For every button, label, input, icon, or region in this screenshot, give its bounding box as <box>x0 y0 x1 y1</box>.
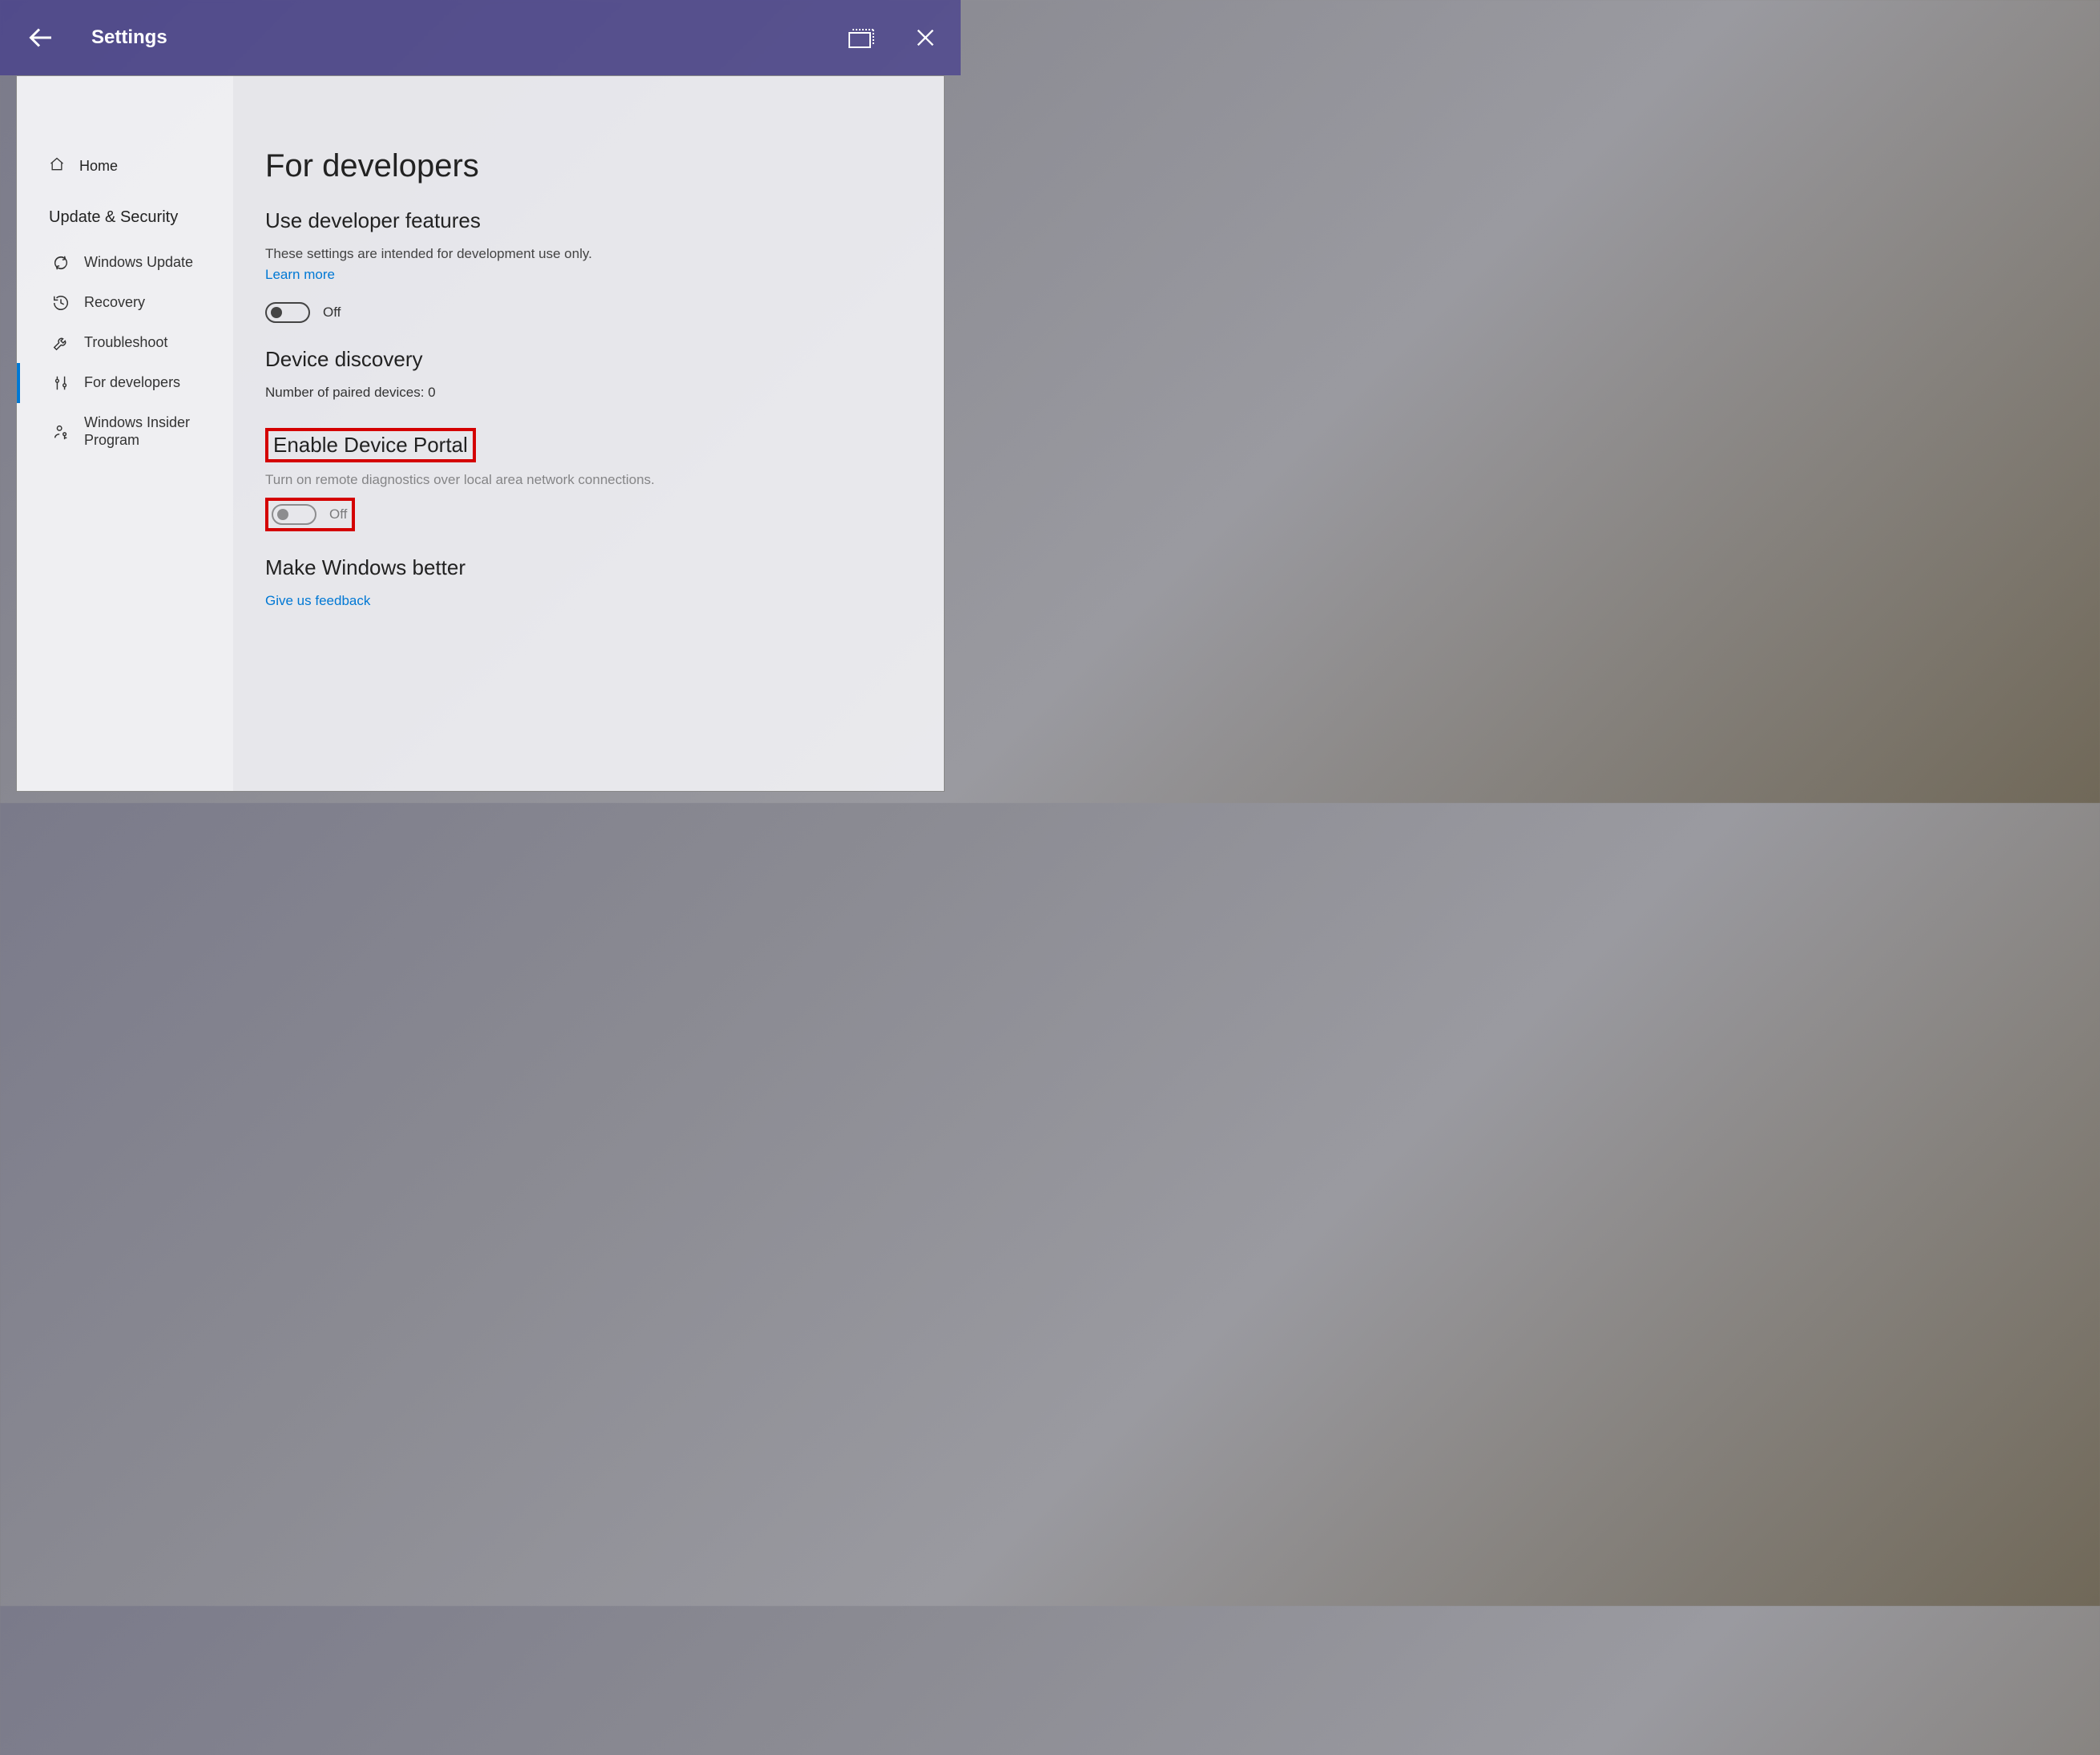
section-device-discovery-title: Device discovery <box>265 347 912 372</box>
minimize-icon[interactable] <box>847 26 874 50</box>
sidebar-item-insider-program[interactable]: Windows Insider Program <box>17 403 233 460</box>
sidebar-home[interactable]: Home <box>17 148 233 184</box>
device-portal-toggle[interactable] <box>272 504 316 525</box>
close-icon[interactable] <box>914 26 937 49</box>
content-pane: For developers Use developer features Th… <box>233 76 944 791</box>
paired-devices-count: Number of paired devices: 0 <box>265 385 912 401</box>
settings-window: Home Update & Security Windows Update <box>16 75 945 792</box>
learn-more-link[interactable]: Learn more <box>265 267 335 283</box>
sidebar-item-label: Windows Update <box>84 254 193 272</box>
person-key-icon <box>52 423 70 441</box>
titlebar: Settings <box>0 0 961 75</box>
sidebar-item-label: Recovery <box>84 294 145 312</box>
sidebar: Home Update & Security Windows Update <box>17 76 233 791</box>
toggle-knob <box>277 509 288 520</box>
page-title: For developers <box>265 148 912 184</box>
home-icon <box>49 156 65 176</box>
section-make-windows-better-title: Make Windows better <box>265 555 912 580</box>
sidebar-item-label: For developers <box>84 374 180 392</box>
app-title: Settings <box>91 26 167 49</box>
section-enable-device-portal-desc: Turn on remote diagnostics over local ar… <box>265 472 912 488</box>
give-feedback-link[interactable]: Give us feedback <box>265 593 370 609</box>
sidebar-item-label: Troubleshoot <box>84 334 167 352</box>
highlight-device-portal-toggle: Off <box>265 498 355 531</box>
device-portal-toggle-state: Off <box>329 506 347 522</box>
sidebar-item-label: Windows Insider Program <box>84 414 217 449</box>
section-developer-features-desc: These settings are intended for developm… <box>265 246 912 262</box>
back-button[interactable] <box>24 20 59 55</box>
sidebar-item-for-developers[interactable]: For developers <box>17 363 233 403</box>
developer-features-toggle[interactable] <box>265 302 310 323</box>
highlight-enable-device-portal: Enable Device Portal <box>265 428 476 462</box>
sliders-icon <box>52 374 70 392</box>
sidebar-item-troubleshoot[interactable]: Troubleshoot <box>17 323 233 363</box>
sidebar-item-recovery[interactable]: Recovery <box>17 283 233 323</box>
sidebar-category: Update & Security <box>17 184 233 243</box>
toggle-knob <box>271 307 282 318</box>
wrench-icon <box>52 334 70 352</box>
section-developer-features-title: Use developer features <box>265 208 912 233</box>
sidebar-home-label: Home <box>79 158 118 175</box>
sidebar-item-windows-update[interactable]: Windows Update <box>17 243 233 283</box>
refresh-icon <box>52 254 70 272</box>
history-icon <box>52 294 70 312</box>
section-enable-device-portal-title: Enable Device Portal <box>273 433 468 458</box>
developer-features-toggle-state: Off <box>323 305 341 321</box>
